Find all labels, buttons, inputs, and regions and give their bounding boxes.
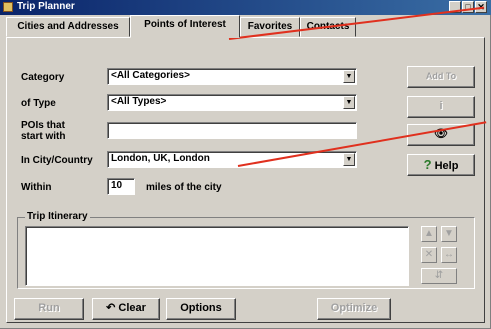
chevron-down-icon[interactable]: ▼ (343, 153, 355, 166)
app-icon (3, 2, 13, 12)
category-combo[interactable]: <All Categories> ▼ (107, 68, 357, 85)
undo-icon: ↶ (106, 302, 116, 314)
optimize-button[interactable]: Optimize (317, 298, 391, 320)
trip-planner-window: Trip Planner _ □ ✕ Cities and Addresses … (0, 0, 491, 329)
swap-icon[interactable]: ↔ (441, 247, 457, 263)
remove-icon[interactable]: ✕ (421, 247, 437, 263)
reverse-icon[interactable]: ⇵ (421, 268, 457, 284)
within-miles-input[interactable]: 10 (107, 178, 135, 195)
question-mark-icon: ? (423, 157, 432, 172)
options-button[interactable]: Options (166, 298, 236, 320)
move-up-icon[interactable]: ▲ (421, 226, 437, 242)
city-combo[interactable]: London, UK, London ▼ (107, 151, 357, 168)
window-title: Trip Planner (17, 1, 75, 12)
title-bar[interactable]: Trip Planner _ □ ✕ (0, 0, 491, 15)
within-label: Within (21, 182, 52, 193)
run-button[interactable]: Run (14, 298, 84, 320)
help-button[interactable]: ? Help (407, 154, 475, 176)
type-value: <All Types> (111, 96, 167, 107)
clear-button[interactable]: ↶ Clear (92, 298, 160, 320)
starts-with-input[interactable] (107, 122, 357, 139)
type-label: of Type (21, 98, 56, 109)
info-icon: i (439, 100, 443, 112)
tab-points-of-interest[interactable]: Points of Interest (130, 15, 240, 38)
city-label: In City/Country (21, 155, 93, 166)
category-value: <All Categories> (111, 70, 190, 81)
trip-itinerary-list[interactable] (25, 226, 409, 286)
help-button-label: Help (434, 160, 459, 172)
tab-cities-and-addresses[interactable]: Cities and Addresses (6, 17, 130, 37)
starts-with-label: POIs that start with (21, 120, 66, 142)
maximize-button[interactable]: □ (462, 1, 474, 13)
type-combo[interactable]: <All Types> ▼ (107, 94, 357, 111)
add-to-button[interactable]: Add To (407, 66, 475, 88)
info-button[interactable]: i (407, 96, 475, 118)
chevron-down-icon[interactable]: ▼ (343, 96, 355, 109)
trip-itinerary-title: Trip Itinerary (25, 211, 90, 222)
category-label: Category (21, 72, 65, 83)
move-down-icon[interactable]: ▼ (441, 226, 457, 242)
chevron-down-icon[interactable]: ▼ (343, 70, 355, 83)
city-value: London, UK, London (111, 153, 210, 164)
clear-button-label: Clear (118, 302, 146, 314)
within-suffix: miles of the city (146, 182, 222, 193)
